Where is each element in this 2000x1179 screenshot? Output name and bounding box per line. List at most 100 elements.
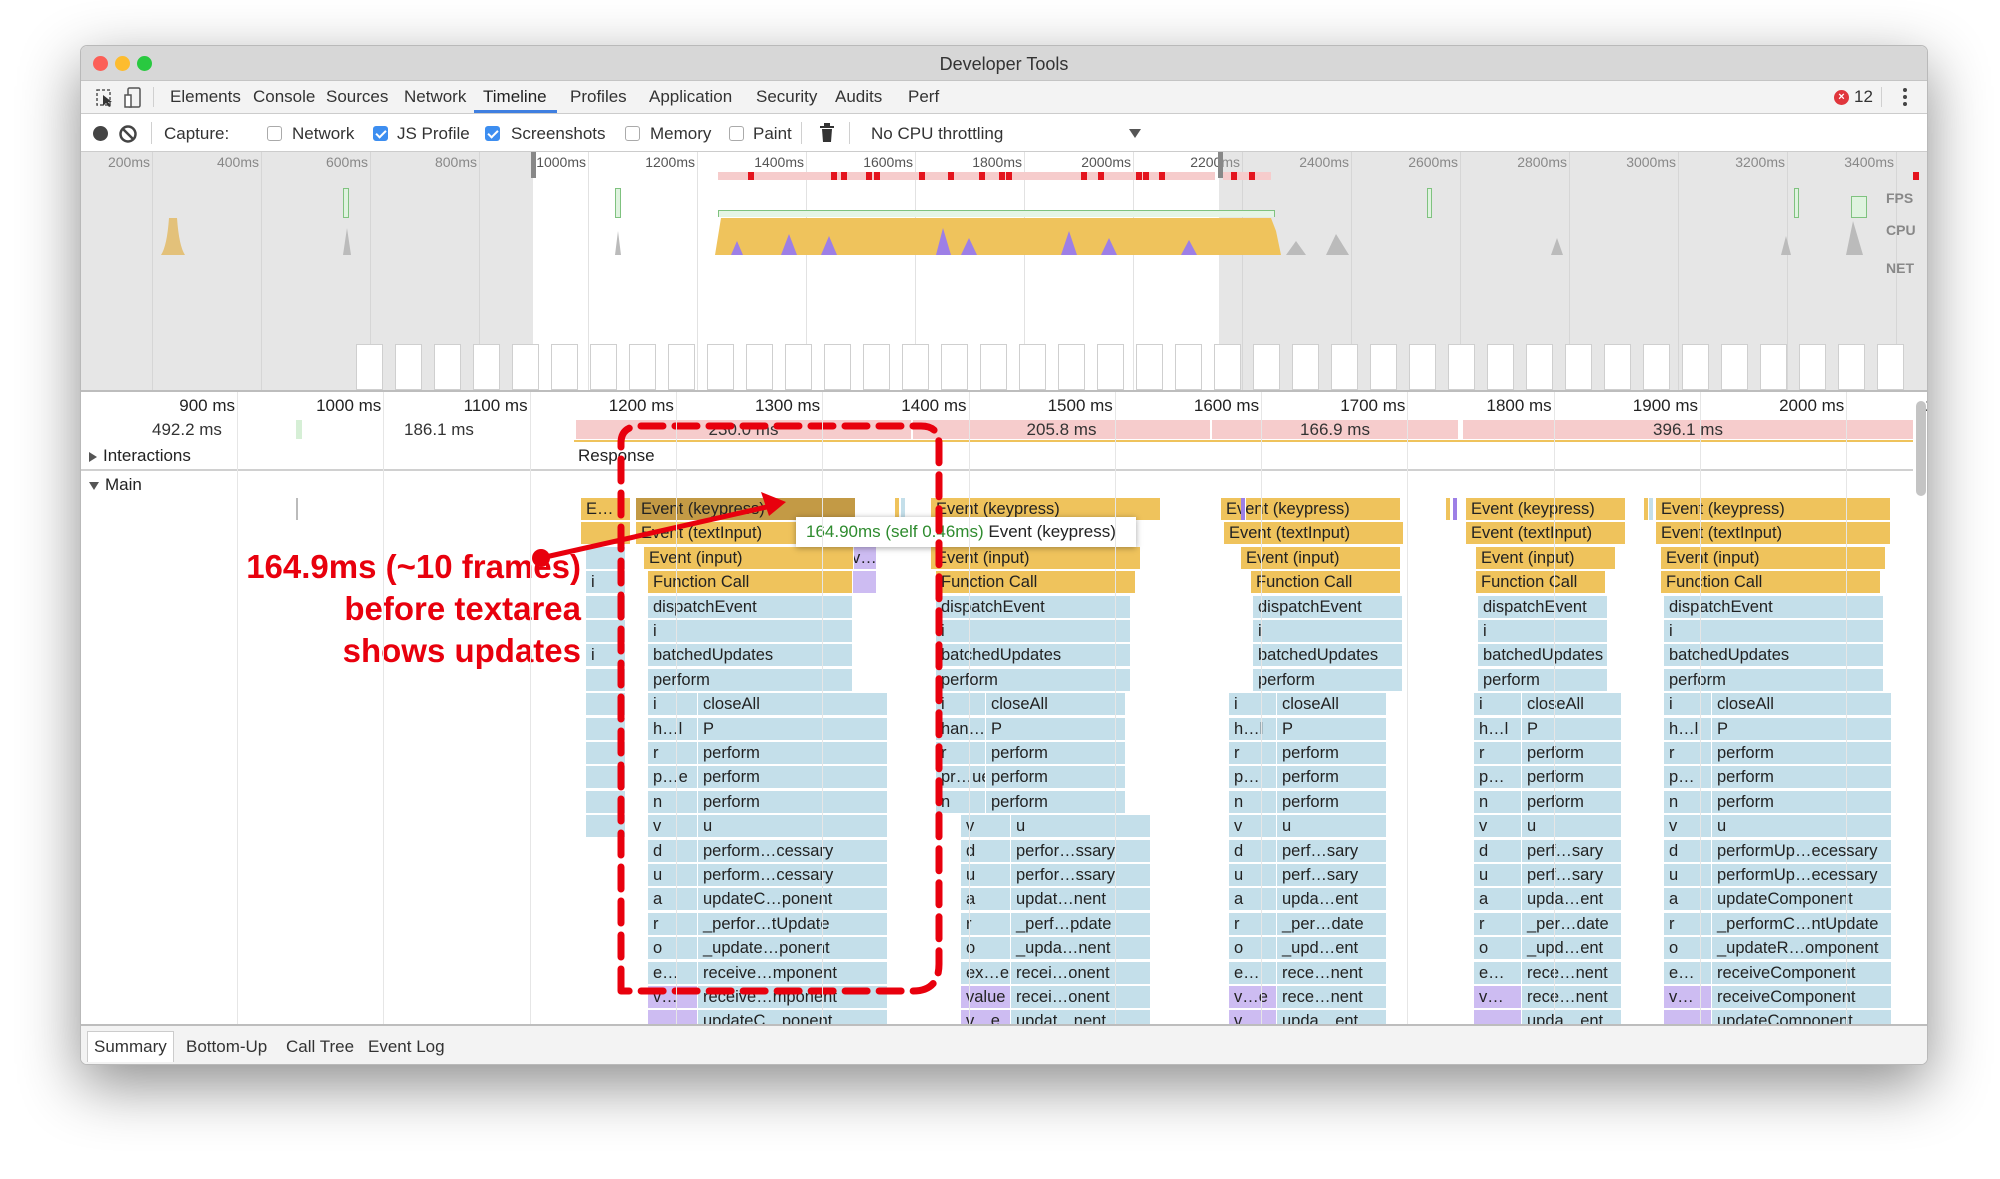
screenshot-thumbnail[interactable] bbox=[356, 344, 383, 390]
flame-block-event[interactable] bbox=[581, 522, 631, 546]
screenshot-thumbnail[interactable] bbox=[434, 344, 461, 390]
screenshot-thumbnail[interactable] bbox=[1292, 344, 1319, 390]
flame-block-call[interactable]: Function Call bbox=[1251, 571, 1401, 595]
flame-block-call[interactable]: perform…cessary bbox=[698, 839, 888, 863]
flame-block-frame[interactable] bbox=[586, 742, 626, 765]
screenshot-thumbnail[interactable] bbox=[512, 344, 539, 390]
flame-block-call[interactable]: n bbox=[1229, 790, 1277, 814]
screenshot-thumbnail[interactable] bbox=[1565, 344, 1592, 390]
screenshot-thumbnail[interactable] bbox=[1253, 344, 1280, 390]
tab-audits[interactable]: Audits bbox=[835, 87, 882, 107]
screenshot-thumbnail[interactable] bbox=[785, 344, 812, 390]
flame-block-call[interactable]: perform bbox=[1478, 668, 1608, 692]
flame-block-call[interactable]: _perf…pdate bbox=[1011, 912, 1151, 936]
flame-block-call[interactable]: Event (input) bbox=[931, 546, 1141, 570]
flame-block-call[interactable]: u bbox=[1229, 864, 1277, 887]
flame-block-call[interactable]: n bbox=[648, 790, 698, 814]
flame-block-call[interactable]: perform bbox=[1664, 668, 1884, 692]
flame-block-call[interactable]: h…l bbox=[648, 717, 698, 741]
flame-block-call[interactable]: d bbox=[1229, 839, 1277, 863]
flame-block-call[interactable]: batchedUpdates bbox=[1253, 644, 1403, 668]
flame-block-call[interactable]: perform bbox=[986, 742, 1126, 765]
flame-block-call[interactable]: perf…sary bbox=[1522, 864, 1622, 887]
flame-block-frame[interactable] bbox=[586, 766, 626, 790]
flame-block-call[interactable]: a bbox=[1474, 888, 1522, 912]
flame-block-call[interactable]: perform bbox=[986, 766, 1126, 790]
flame-block-call[interactable]: i bbox=[1474, 693, 1522, 717]
flame-block-call[interactable]: u bbox=[1011, 815, 1151, 839]
flame-block-call[interactable]: rece…nent bbox=[1522, 961, 1622, 985]
flame-block-call[interactable]: u bbox=[1712, 815, 1892, 839]
flame-block-call[interactable]: r bbox=[1664, 742, 1712, 765]
flame-block-call[interactable]: e… bbox=[648, 961, 698, 985]
flame-block-call[interactable]: u bbox=[698, 815, 888, 839]
flame-block-call[interactable]: Function Call bbox=[936, 571, 1136, 595]
device-toolbar-icon[interactable] bbox=[124, 87, 142, 109]
interactions-track-toggle[interactable]: Interactions bbox=[89, 446, 191, 466]
flame-block-call[interactable]: perform bbox=[936, 668, 1131, 692]
tab-elements[interactable]: Elements bbox=[170, 87, 241, 107]
frame-duration[interactable]: 492.2 ms bbox=[152, 420, 222, 440]
flame-block-call[interactable]: P bbox=[986, 717, 1126, 741]
flame-block-call[interactable]: h…l bbox=[1664, 717, 1712, 741]
frame-duration[interactable]: 230.0 ms bbox=[576, 420, 911, 439]
tab-security[interactable]: Security bbox=[756, 87, 817, 107]
tab-call-tree[interactable]: Call Tree bbox=[281, 1034, 359, 1060]
flame-block-call[interactable]: r bbox=[1664, 912, 1712, 936]
flame-block-call[interactable]: p…e bbox=[648, 766, 698, 790]
flame-block-call[interactable]: v… bbox=[1474, 986, 1522, 1009]
screenshot-thumbnail[interactable] bbox=[863, 344, 890, 390]
flame-block-call[interactable]: updat…nent bbox=[1011, 888, 1151, 912]
flame-block-call[interactable]: a bbox=[1229, 888, 1277, 912]
tab-sources[interactable]: Sources bbox=[326, 87, 388, 107]
flame-block-call[interactable]: recei…onent bbox=[1011, 986, 1151, 1009]
flame-block-call[interactable]: closeAll bbox=[698, 693, 888, 717]
flame-block-call[interactable]: r bbox=[936, 742, 986, 765]
js-profile-checkbox-label[interactable]: JS Profile bbox=[397, 124, 470, 144]
flame-block-call[interactable]: d bbox=[648, 839, 698, 863]
paint-checkbox-label[interactable]: Paint bbox=[753, 124, 792, 144]
flame-block-call[interactable]: perform bbox=[1277, 742, 1387, 765]
flame-block-call[interactable]: _performC…ntUpdate bbox=[1712, 912, 1892, 936]
clear-icon[interactable] bbox=[118, 124, 138, 144]
flame-block-call[interactable]: n bbox=[1474, 790, 1522, 814]
flame-block-call[interactable]: dispatchEvent bbox=[1253, 595, 1403, 619]
flame-block-frame[interactable] bbox=[586, 790, 626, 814]
flame-block-call[interactable]: e… bbox=[1664, 961, 1712, 985]
tab-bottom-up[interactable]: Bottom-Up bbox=[181, 1034, 272, 1060]
flame-block-call[interactable]: _per…date bbox=[1277, 912, 1387, 936]
flame-block-call[interactable]: Event (input) bbox=[1661, 546, 1886, 570]
flame-block-frame[interactable] bbox=[586, 693, 626, 717]
flame-block-call[interactable]: Event (input) bbox=[1241, 546, 1401, 570]
flame-block-call[interactable]: dispatchEvent bbox=[1664, 595, 1884, 619]
flame-block-call[interactable]: n bbox=[936, 790, 986, 814]
screenshot-thumbnail[interactable] bbox=[746, 344, 773, 390]
screenshots-checkbox-label[interactable]: Screenshots bbox=[511, 124, 606, 144]
flame-block-call[interactable]: perform bbox=[1522, 742, 1622, 765]
js-profile-checkbox[interactable] bbox=[373, 126, 388, 141]
record-icon[interactable] bbox=[93, 126, 108, 141]
screenshot-thumbnail[interactable] bbox=[668, 344, 695, 390]
flame-block-call[interactable]: d bbox=[1474, 839, 1522, 863]
flame-block-call[interactable]: i bbox=[1664, 620, 1884, 643]
flame-block-call[interactable]: _perfor…tUpdate bbox=[698, 912, 888, 936]
flame-block-call[interactable]: v… bbox=[1664, 986, 1712, 1009]
tab-profiles[interactable]: Profiles bbox=[570, 87, 627, 107]
flame-block-call[interactable]: batchedUpdates bbox=[1664, 644, 1884, 668]
flame-block-frame[interactable] bbox=[586, 546, 626, 570]
flame-block-call[interactable]: r bbox=[1474, 912, 1522, 936]
screenshot-thumbnail[interactable] bbox=[1019, 344, 1046, 390]
tab-summary[interactable]: Summary bbox=[87, 1031, 174, 1062]
frame-duration[interactable]: 186.1 ms bbox=[404, 420, 474, 440]
flame-block-call[interactable]: Event (keypress) bbox=[1656, 498, 1891, 521]
flame-block-call[interactable]: r bbox=[1229, 742, 1277, 765]
flame-block-call[interactable]: perform bbox=[1712, 766, 1892, 790]
screenshot-thumbnail[interactable] bbox=[551, 344, 578, 390]
flame-block-call[interactable]: o bbox=[648, 937, 698, 961]
flame-block-call[interactable]: i bbox=[1478, 620, 1608, 643]
flame-block-call[interactable]: closeAll bbox=[1522, 693, 1622, 717]
flame-block-call[interactable]: closeAll bbox=[1277, 693, 1387, 717]
flame-block-frame[interactable]: i bbox=[586, 644, 626, 668]
tab-console[interactable]: Console bbox=[253, 87, 315, 107]
flame-block-call[interactable]: rece…nent bbox=[1277, 961, 1387, 985]
